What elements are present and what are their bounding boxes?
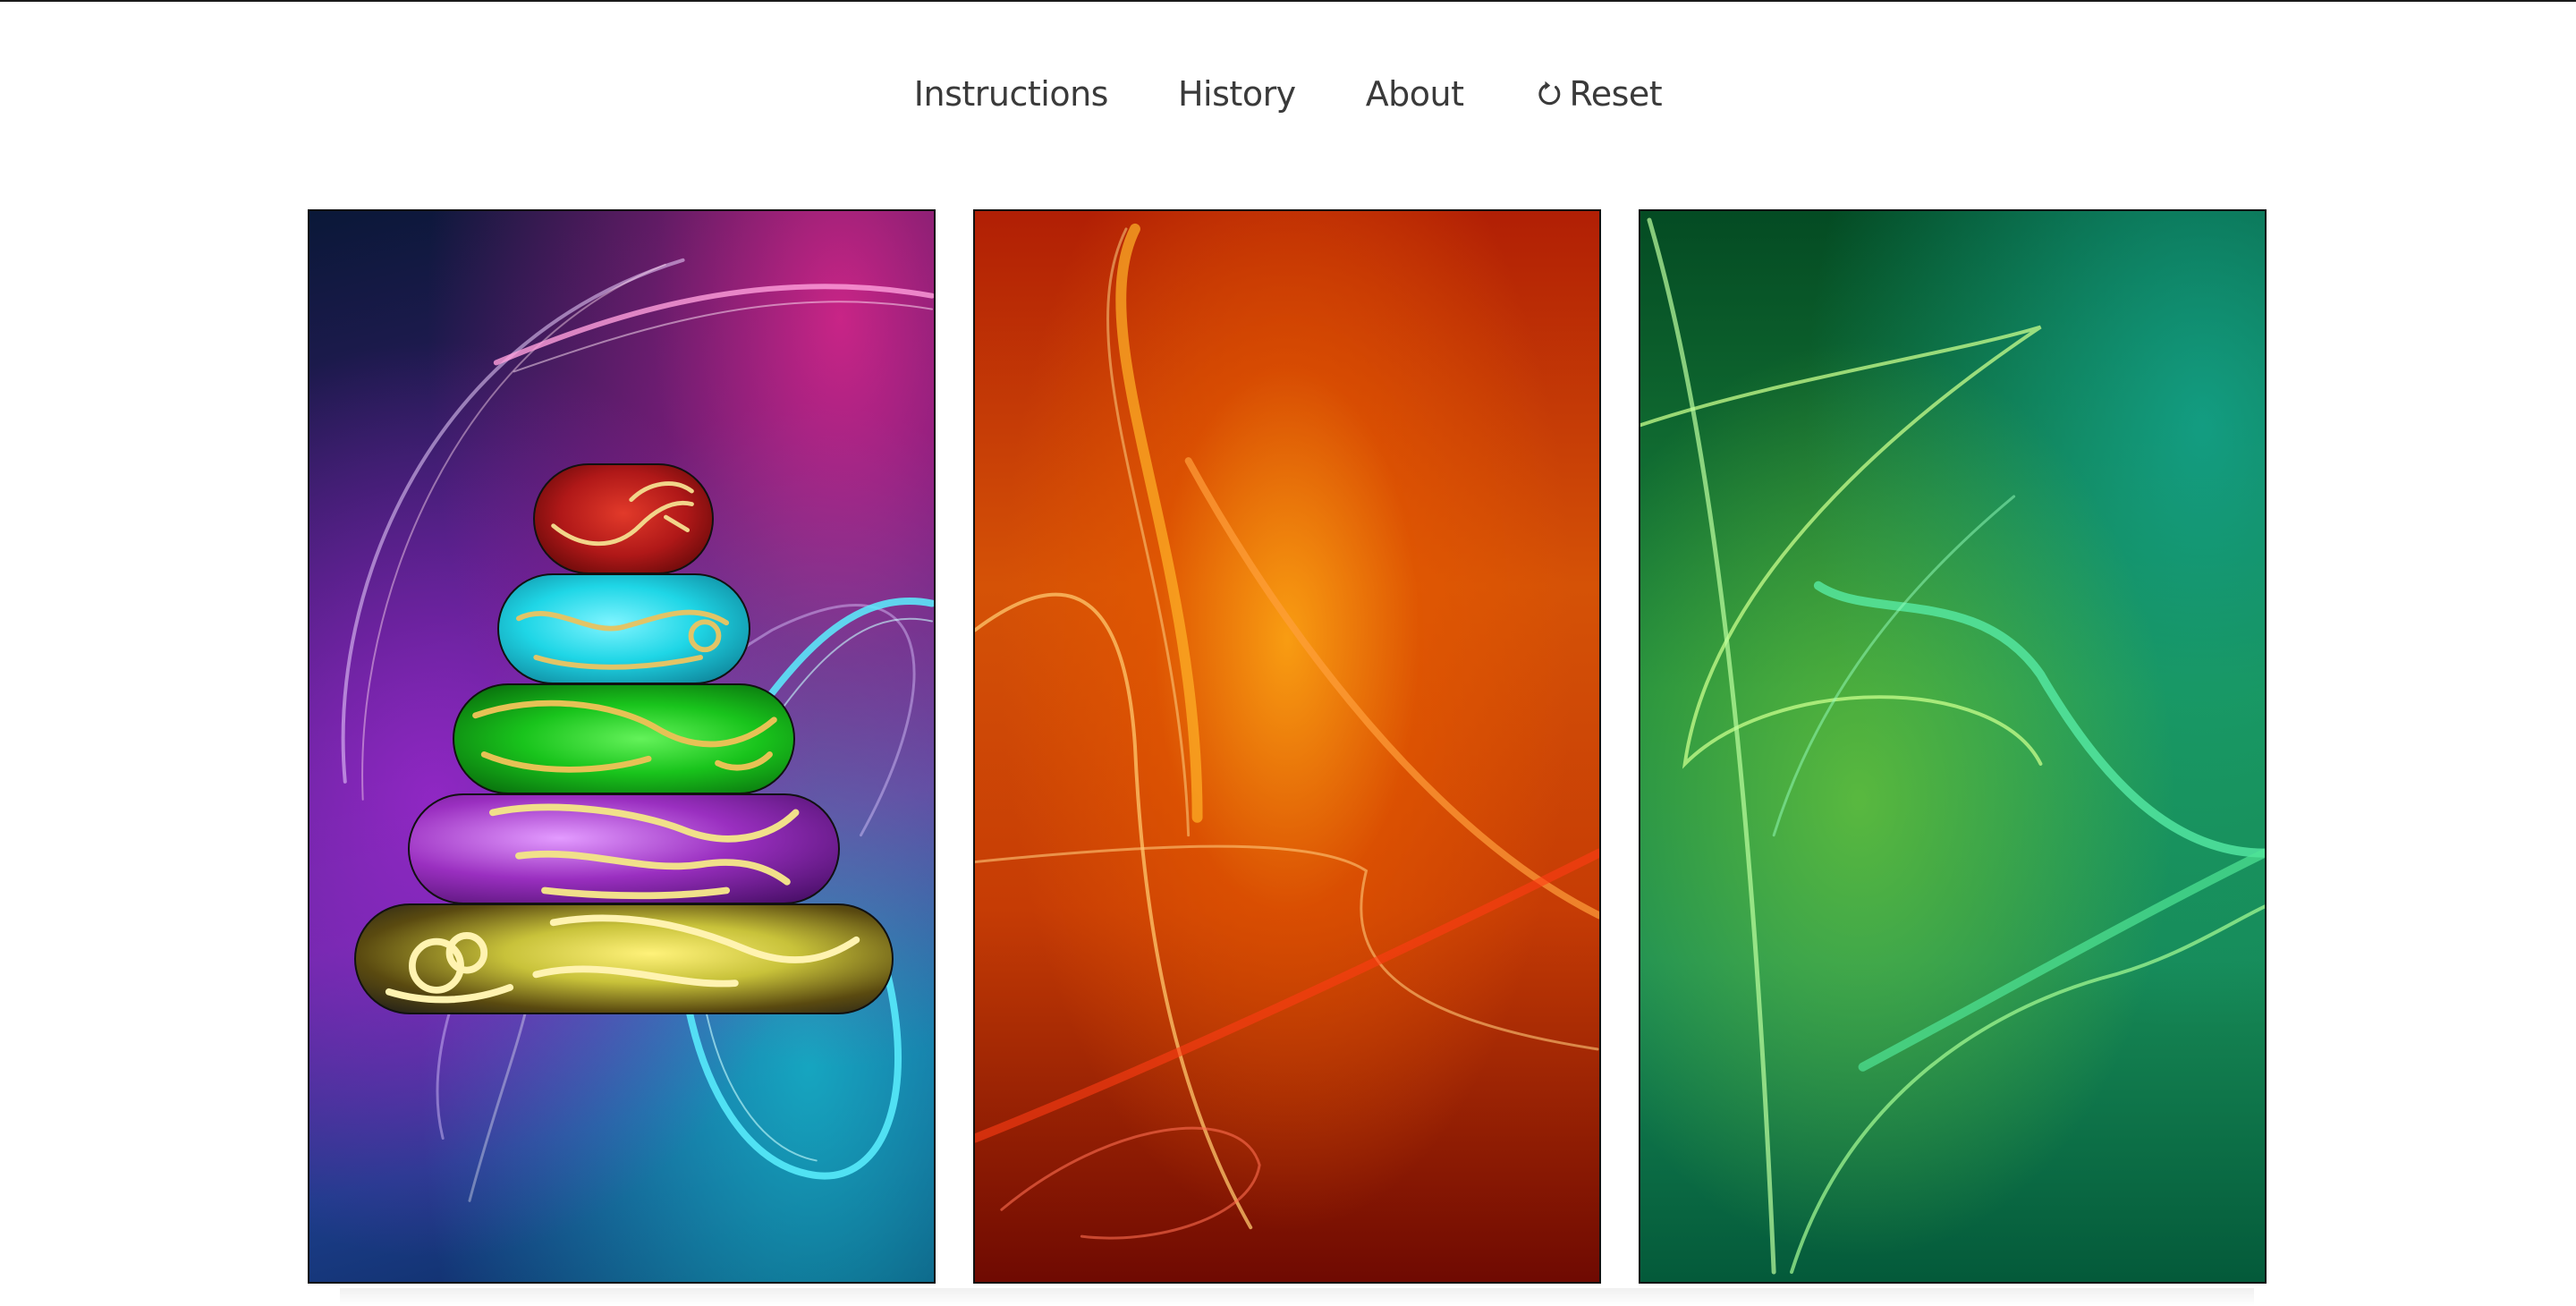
nav-instructions[interactable]: Instructions bbox=[914, 74, 1109, 114]
reset-icon bbox=[1534, 79, 1564, 109]
disk-size-3[interactable] bbox=[453, 683, 795, 794]
top-border bbox=[0, 0, 2576, 2]
reset-label: Reset bbox=[1569, 74, 1663, 114]
disk-size-1[interactable] bbox=[533, 463, 714, 574]
dragon-pattern-icon bbox=[472, 700, 777, 773]
main-nav: Instructions History About Reset bbox=[0, 70, 2576, 118]
light-streaks-decoration bbox=[975, 223, 1599, 1240]
peg-middle[interactable] bbox=[973, 209, 1601, 1284]
light-streaks-decoration bbox=[1640, 217, 2265, 1275]
dragon-pattern-icon bbox=[489, 803, 800, 900]
reset-button[interactable]: Reset bbox=[1534, 74, 1663, 114]
nav-history[interactable]: History bbox=[1178, 74, 1296, 114]
dragon-pattern-icon bbox=[385, 914, 860, 1004]
disk-size-2[interactable] bbox=[497, 573, 750, 684]
disk-size-4[interactable] bbox=[408, 793, 840, 904]
board-shadow bbox=[340, 1288, 2254, 1306]
dragon-pattern-icon bbox=[516, 609, 730, 670]
peg-right[interactable] bbox=[1639, 209, 2267, 1284]
nav-about[interactable]: About bbox=[1366, 74, 1464, 114]
disk-size-5[interactable] bbox=[354, 903, 894, 1014]
dragon-pattern-icon bbox=[551, 481, 694, 547]
peg-left[interactable] bbox=[308, 209, 936, 1284]
